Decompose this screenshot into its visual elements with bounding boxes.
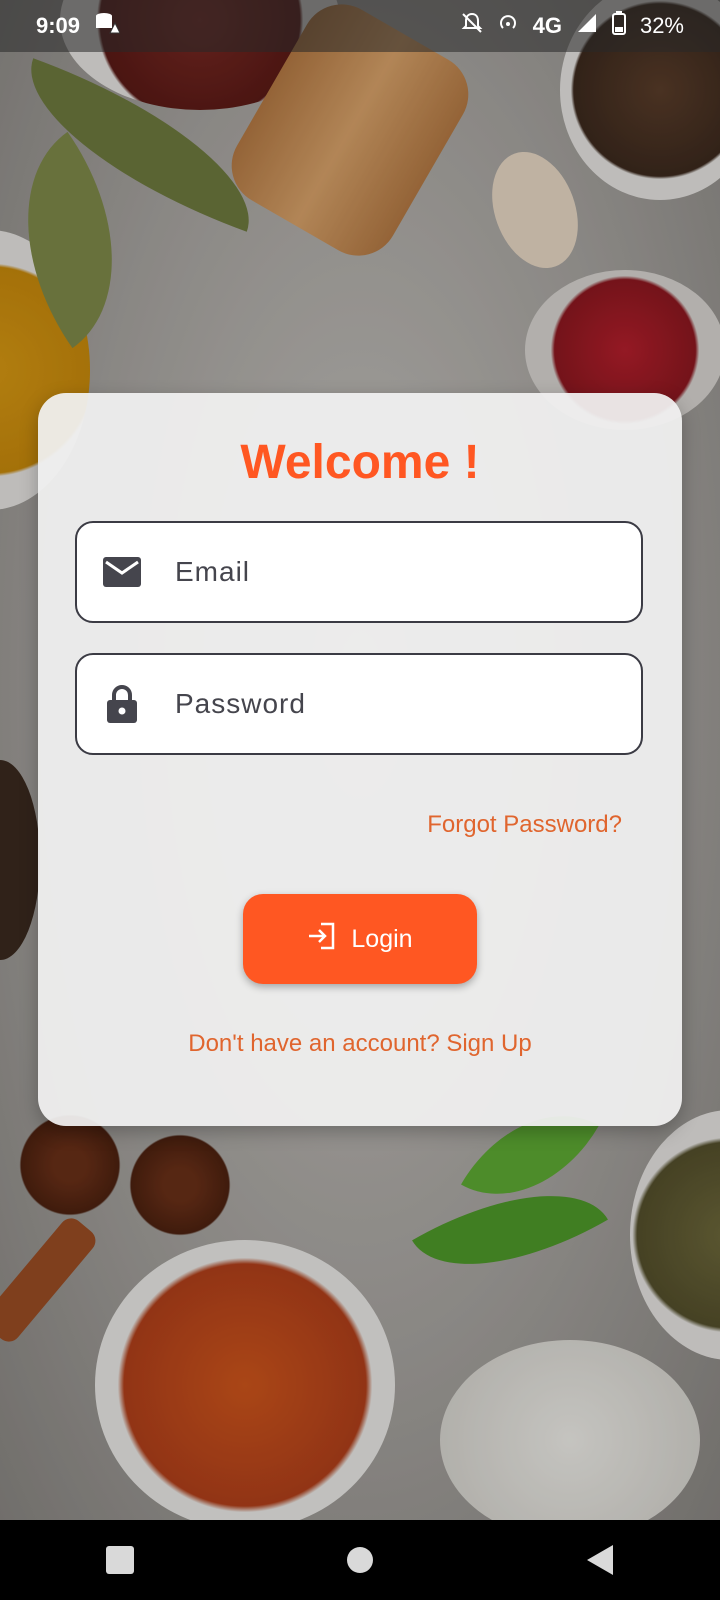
- forgot-password-link[interactable]: Forgot Password?: [427, 811, 622, 839]
- password-input[interactable]: [173, 687, 597, 721]
- login-button-label: Login: [351, 924, 413, 953]
- network-type: 4G: [532, 13, 562, 38]
- signal-icon: [576, 12, 598, 40]
- login-button[interactable]: Login: [243, 894, 477, 984]
- login-icon: [307, 922, 337, 957]
- welcome-title: Welcome !: [240, 436, 480, 489]
- status-bar: 9:09 4G 32%: [0, 0, 720, 52]
- password-field[interactable]: [75, 653, 643, 755]
- signup-link[interactable]: Don't have an account? Sign Up: [38, 1030, 682, 1058]
- email-input[interactable]: [173, 555, 597, 589]
- data-saver-alert-icon: [94, 11, 121, 41]
- battery-icon: [611, 11, 626, 41]
- home-icon[interactable]: [330, 1530, 390, 1590]
- navigation-bar: [0, 1520, 720, 1600]
- status-time: 9:09: [36, 13, 81, 38]
- lock-icon: [100, 682, 144, 726]
- email-field[interactable]: [75, 521, 643, 623]
- login-card: Welcome ! Forgot Password? Login Don't h…: [38, 393, 682, 1126]
- notifications-off-icon: [461, 12, 483, 40]
- hotspot-icon: [497, 12, 519, 40]
- email-icon: [100, 550, 144, 594]
- battery-percent: 32%: [639, 13, 684, 38]
- recent-apps-icon[interactable]: [90, 1530, 150, 1590]
- back-icon[interactable]: [570, 1530, 630, 1590]
